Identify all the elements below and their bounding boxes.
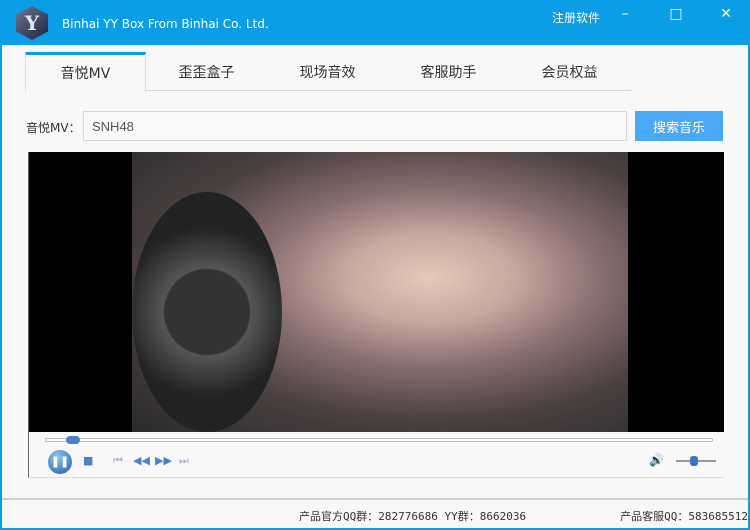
next-button[interactable]: ⏭ (179, 454, 189, 468)
video-frame (132, 152, 628, 432)
seek-bar[interactable] (45, 436, 713, 444)
minimize-button[interactable]: – (615, 6, 635, 22)
register-link[interactable]: 注册软件 (552, 9, 600, 26)
search-input[interactable] (83, 111, 627, 141)
title-bar: Y Binhai YY Box From Binhai Co. Ltd. 注册软… (2, 0, 750, 45)
stop-button[interactable]: ■ (83, 454, 93, 467)
seek-knob[interactable] (65, 436, 80, 444)
tab-live-sound[interactable]: 现场音效 (267, 52, 388, 91)
tab-membership[interactable]: 会员权益 (509, 52, 630, 91)
previous-button[interactable]: ⏮ (113, 454, 123, 468)
rewind-button[interactable]: ◀◀ (133, 454, 150, 467)
app-logo: Y (16, 6, 48, 40)
player-controls: ❚❚ ■ ⏮ ◀◀ ▶▶ ⏭ 🔊 (29, 448, 724, 474)
tab-yy-box[interactable]: 歪歪盒子 (146, 52, 267, 91)
video-player: ❚❚ ■ ⏮ ◀◀ ▶▶ ⏭ 🔊 (28, 152, 724, 478)
volume-knob[interactable] (690, 456, 699, 466)
window-title: Binhai YY Box From Binhai Co. Ltd. (62, 17, 269, 31)
close-button[interactable]: ✕ (716, 6, 736, 22)
fast-forward-button[interactable]: ▶▶ (155, 454, 172, 467)
qq-group-text: 产品官方QQ群：282776686 YY群：8662036 (299, 510, 527, 523)
pause-button[interactable]: ❚❚ (48, 450, 72, 474)
search-label: 音悦MV： (26, 121, 81, 135)
volume-slider[interactable] (676, 456, 716, 466)
maximize-button[interactable]: □ (666, 6, 686, 22)
service-qq-text: 产品客服QQ：583685512 (620, 510, 748, 523)
video-area[interactable] (29, 152, 724, 432)
volume-icon[interactable]: 🔊 (649, 453, 664, 467)
status-bar: 产品官方QQ群：282776686 YY群：8662036 产品客服QQ：583… (2, 498, 748, 528)
video-content (132, 192, 282, 432)
app-window: Y Binhai YY Box From Binhai Co. Ltd. 注册软… (0, 0, 750, 530)
search-music-button[interactable]: 搜索音乐 (635, 111, 723, 141)
tab-mv[interactable]: 音悦MV (25, 52, 146, 92)
tab-bar: 音悦MV 歪歪盒子 现场音效 客服助手 会员权益 (25, 52, 631, 92)
tab-support[interactable]: 客服助手 (388, 52, 509, 91)
